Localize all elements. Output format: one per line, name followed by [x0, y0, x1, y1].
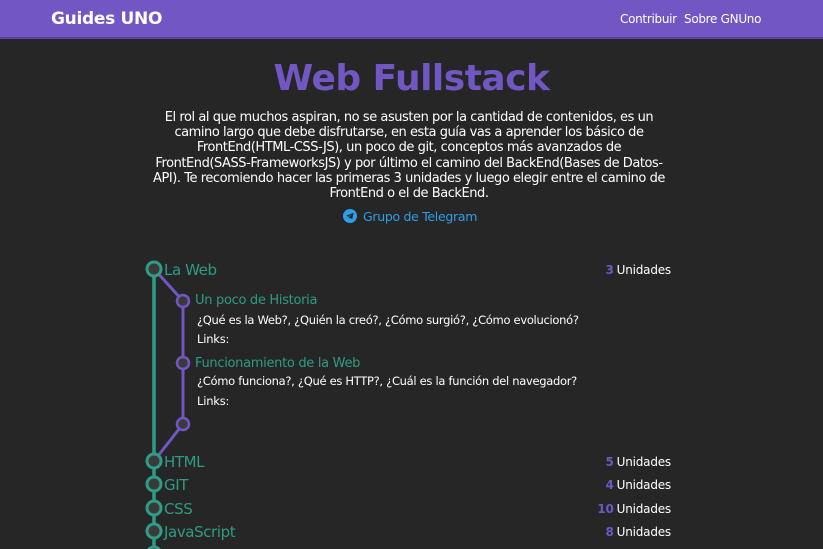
unit-node — [145, 452, 163, 470]
unit-node — [145, 475, 163, 493]
unit-count-suffix: Unidades — [616, 502, 672, 516]
lesson-description: ¿Cómo funciona?, ¿Qué es HTTP?, ¿Cuál es… — [197, 374, 577, 388]
unit-title-git[interactable]: GIT — [164, 476, 188, 494]
unit-count: 3 Unidades — [605, 263, 671, 277]
lesson-title-historia[interactable]: Un poco de Historia — [195, 293, 317, 308]
unit-node — [145, 499, 163, 517]
lesson-node — [175, 293, 191, 309]
unit-title-css[interactable]: CSS — [164, 500, 193, 518]
unit-count-number: 8 — [605, 525, 614, 539]
lesson-node — [175, 355, 191, 371]
lesson-node — [175, 416, 191, 432]
unit-count-suffix: Unidades — [616, 525, 672, 539]
unit-count: 8 Unidades — [605, 525, 671, 539]
unit-title-la-web[interactable]: La Web — [164, 261, 217, 279]
unit-title-javascript[interactable]: JavaScript — [164, 523, 236, 541]
roadmap-graph — [145, 260, 191, 549]
unit-count-number: 5 — [605, 455, 614, 469]
unit-count-number: 4 — [605, 478, 614, 492]
unit-node — [145, 260, 163, 278]
unit-node — [145, 522, 163, 540]
unit-count-suffix: Unidades — [616, 478, 672, 492]
unit-count-number: 10 — [597, 502, 614, 516]
lesson-links-label: Links: — [197, 394, 230, 408]
unit-count-suffix: Unidades — [616, 455, 672, 469]
unit-count-suffix: Unidades — [616, 263, 672, 277]
lesson-title-funcionamiento[interactable]: Funcionamiento de la Web — [195, 356, 360, 371]
lesson-description: ¿Qué es la Web?, ¿Quién la creó?, ¿Cómo … — [197, 313, 579, 327]
unit-count: 4 Unidades — [605, 478, 671, 492]
unit-title-html[interactable]: HTML — [164, 453, 205, 471]
unit-count: 10 Unidades — [597, 502, 671, 516]
unit-count-number: 3 — [605, 263, 614, 277]
lesson-links-label: Links: — [197, 332, 230, 346]
unit-count: 5 Unidades — [605, 455, 671, 469]
